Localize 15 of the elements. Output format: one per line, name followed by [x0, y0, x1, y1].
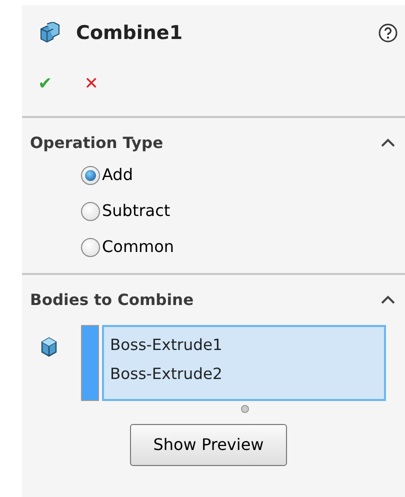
- cube-icon: [40, 334, 58, 354]
- radio-option[interactable]: Common: [81, 229, 174, 266]
- resize-handle[interactable]: [240, 404, 248, 412]
- selection-list[interactable]: Boss-Extrude1 Boss-Extrude2: [102, 324, 386, 400]
- radio-option[interactable]: Add: [81, 157, 133, 194]
- section-heading: Operation Type: [30, 133, 164, 154]
- show-preview-button[interactable]: Show Preview: [130, 424, 287, 466]
- list-item[interactable]: Boss-Extrude2: [110, 360, 378, 388]
- help-icon[interactable]: [378, 23, 398, 43]
- list-item[interactable]: Boss-Extrude1: [110, 330, 378, 360]
- cube-stack-icon: [38, 22, 60, 44]
- cancel-button[interactable]: ✕: [80, 65, 102, 104]
- radio-option[interactable]: Subtract: [81, 193, 170, 230]
- section-heading: Bodies to Combine: [30, 290, 194, 312]
- panel-title: Combine1: [76, 20, 183, 46]
